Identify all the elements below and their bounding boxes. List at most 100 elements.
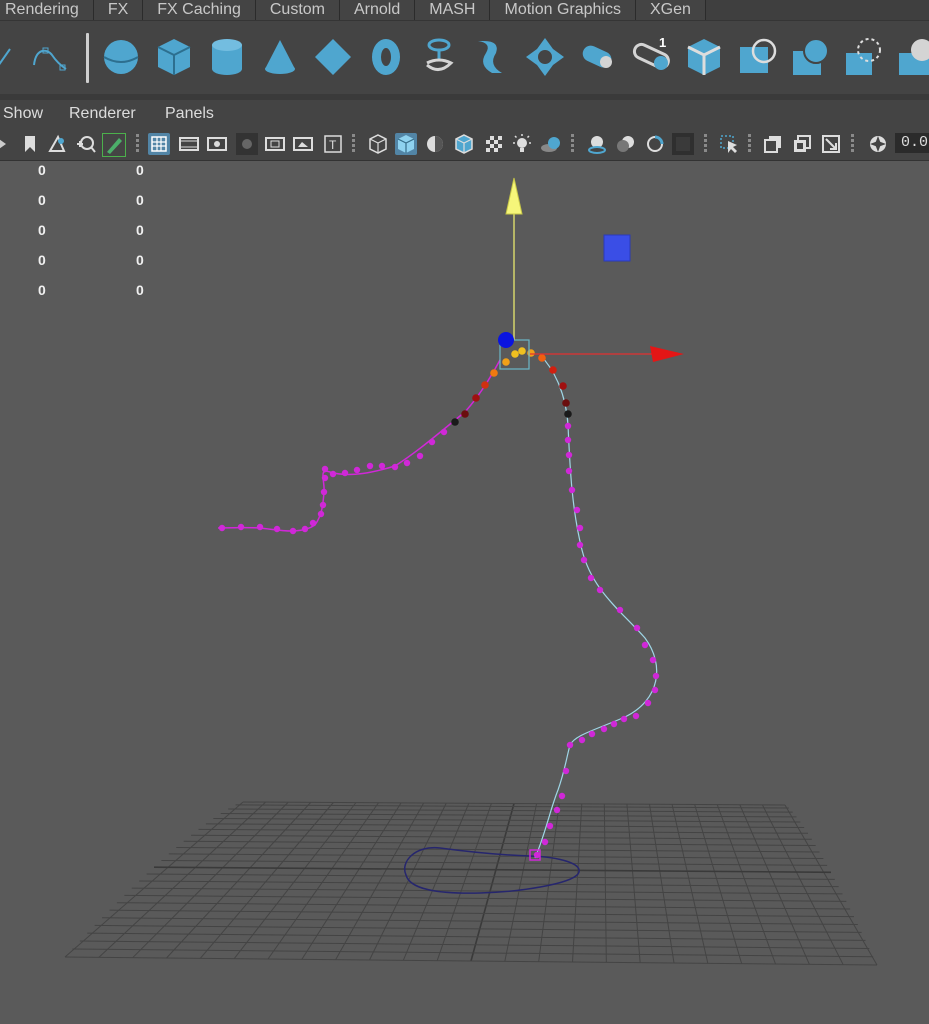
cv-point[interactable] xyxy=(451,418,459,426)
cv-point[interactable] xyxy=(565,467,573,475)
plane-icon[interactable] xyxy=(311,35,355,79)
extrude-icon[interactable] xyxy=(841,35,885,79)
cv-point[interactable] xyxy=(391,463,399,471)
cv-point[interactable] xyxy=(651,686,659,694)
xray-icon[interactable] xyxy=(483,133,505,155)
cube-icon[interactable] xyxy=(152,35,196,79)
resolution-gate-icon[interactable] xyxy=(206,133,228,155)
exposure-field[interactable]: 0.0 xyxy=(895,133,929,153)
isolate-select-icon[interactable] xyxy=(718,133,740,155)
cv-point[interactable] xyxy=(600,725,608,733)
cv-point[interactable] xyxy=(237,523,245,531)
field-chart-icon[interactable] xyxy=(264,133,286,155)
xray-joints-icon[interactable] xyxy=(762,133,784,155)
default-material-icon[interactable] xyxy=(424,133,446,155)
cv-point[interactable] xyxy=(317,510,325,518)
shelf-tab-motion-graphics[interactable]: Motion Graphics xyxy=(490,0,636,20)
cv-point[interactable] xyxy=(256,523,264,531)
cv-point[interactable] xyxy=(644,699,652,707)
smooth-shade-icon[interactable] xyxy=(395,133,417,155)
motion-blur-icon[interactable] xyxy=(615,133,637,155)
snap-icon[interactable] xyxy=(74,133,96,155)
film-gate-icon[interactable] xyxy=(178,133,200,155)
manip-plane-handle[interactable] xyxy=(603,234,631,262)
menu-renderer[interactable]: Renderer xyxy=(69,105,136,123)
shelf-tab-fx[interactable]: FX xyxy=(93,0,144,20)
manip-y-arrow-icon[interactable] xyxy=(505,177,523,215)
cv-point[interactable] xyxy=(301,525,309,533)
cone-icon[interactable] xyxy=(258,35,302,79)
curve-warp-icon[interactable] xyxy=(470,35,514,79)
cv-point[interactable] xyxy=(616,606,624,614)
cv-point[interactable] xyxy=(428,438,436,446)
cv-point[interactable] xyxy=(403,459,411,467)
cv-point[interactable] xyxy=(564,410,572,418)
camera-icon[interactable] xyxy=(0,133,8,155)
cv-point[interactable] xyxy=(533,851,541,859)
sweep-icon[interactable] xyxy=(523,35,567,79)
cv-point[interactable] xyxy=(610,720,618,728)
cv-point[interactable] xyxy=(273,525,281,533)
ep-curve-icon[interactable] xyxy=(26,35,70,79)
sphere-icon[interactable] xyxy=(99,35,143,79)
cv-point[interactable] xyxy=(576,524,584,532)
menu-show[interactable]: Show xyxy=(3,105,43,123)
cv-point[interactable] xyxy=(321,465,329,473)
shelf-tab-rendering[interactable]: Rendering xyxy=(0,0,94,20)
cv-point[interactable] xyxy=(578,736,586,744)
cv-point[interactable] xyxy=(562,767,570,775)
cv-point[interactable] xyxy=(549,366,557,374)
cv-point[interactable] xyxy=(416,452,424,460)
cv-point[interactable] xyxy=(321,474,329,482)
cv-point[interactable] xyxy=(341,469,349,477)
cv-point[interactable] xyxy=(553,806,561,814)
instancer-icon[interactable]: 1 xyxy=(629,35,673,79)
cv-point[interactable] xyxy=(353,466,361,474)
cv-point[interactable] xyxy=(527,349,535,357)
cylinder-icon[interactable] xyxy=(205,35,249,79)
cv-point[interactable] xyxy=(538,354,546,362)
cv-point[interactable] xyxy=(649,656,657,664)
cv-point[interactable] xyxy=(587,574,595,582)
aa-icon[interactable] xyxy=(644,133,666,155)
wireframe-icon[interactable] xyxy=(367,133,389,155)
exposure-icon[interactable] xyxy=(867,133,889,155)
cv-point[interactable] xyxy=(319,501,327,509)
manip-z-handle[interactable] xyxy=(498,332,514,348)
torus-icon[interactable] xyxy=(364,35,408,79)
cv-point[interactable] xyxy=(440,428,448,436)
depth-of-field-icon[interactable] xyxy=(672,133,694,155)
grid-icon[interactable] xyxy=(148,133,170,155)
curve-left[interactable] xyxy=(217,359,501,532)
cv-point[interactable] xyxy=(564,436,572,444)
menu-panels[interactable]: Panels xyxy=(165,105,214,123)
use-lights-icon[interactable] xyxy=(511,133,533,155)
cv-point[interactable] xyxy=(218,524,226,532)
cv-point[interactable] xyxy=(568,486,576,494)
gate-mask-icon[interactable] xyxy=(236,133,258,155)
cv-point[interactable] xyxy=(620,715,628,723)
cv-point[interactable] xyxy=(641,641,649,649)
cv-point[interactable] xyxy=(652,672,660,680)
cv-point[interactable] xyxy=(481,381,489,389)
curve-right[interactable] xyxy=(534,354,658,859)
cv-point[interactable] xyxy=(580,556,588,564)
camera-attr-icon[interactable] xyxy=(46,133,68,155)
cv-point[interactable] xyxy=(558,792,566,800)
curve-tool-icon[interactable] xyxy=(0,35,16,79)
cv-point[interactable] xyxy=(461,410,469,418)
sweep-mesh-icon[interactable] xyxy=(735,35,779,79)
cv-point[interactable] xyxy=(289,527,297,535)
cv-point[interactable] xyxy=(518,347,526,355)
viewport[interactable]: 0 0 0 0 0 0 0 0 0 0 xyxy=(0,160,929,1024)
cv-point[interactable] xyxy=(329,470,337,478)
cv-point[interactable] xyxy=(472,394,480,402)
soft-select-icon[interactable] xyxy=(788,35,832,79)
cv-point[interactable] xyxy=(309,519,317,527)
pipe-icon[interactable] xyxy=(576,35,620,79)
cv-point[interactable] xyxy=(366,462,374,470)
grease-pencil-icon[interactable] xyxy=(102,133,126,157)
safe-action-icon[interactable] xyxy=(292,133,314,155)
screen-space-ao-icon[interactable] xyxy=(586,133,608,155)
cv-point[interactable] xyxy=(559,382,567,390)
